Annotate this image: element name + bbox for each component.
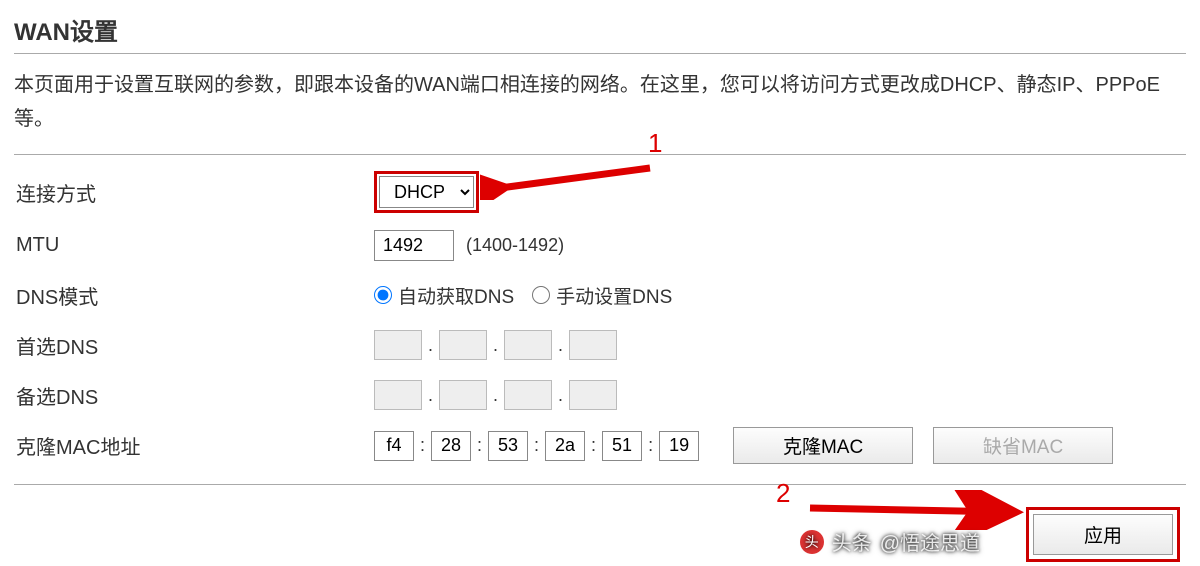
mac-1[interactable] [374,431,414,461]
row-primary-dns: 首选DNS . . . [14,327,1186,363]
ip-dot: . [491,335,500,356]
mtu-input[interactable] [374,230,454,261]
highlight-box-2: 应用 [1026,507,1180,562]
page-title: WAN设置 [14,12,1186,47]
primary-dns-4 [569,330,617,360]
watermark: 头 头条 @悟途思道 [800,527,980,556]
mac-colon: : [646,435,655,456]
primary-dns-2 [439,330,487,360]
primary-dns-1 [374,330,422,360]
secondary-dns-3 [504,380,552,410]
ip-dot: . [426,335,435,356]
radio-manual-dns-input[interactable] [532,286,550,304]
mac-3[interactable] [488,431,528,461]
primary-dns-3 [504,330,552,360]
divider-bottom [14,484,1186,485]
watermark-icon: 头 [800,530,824,554]
ip-dot: . [556,385,565,406]
mac-colon: : [475,435,484,456]
mac-colon: : [418,435,427,456]
mac-colon: : [532,435,541,456]
mtu-hint: (1400-1492) [466,235,564,256]
default-mac-button[interactable]: 缺省MAC [933,427,1113,464]
secondary-dns-4 [569,380,617,410]
row-mtu: MTU (1400-1492) [14,227,1186,263]
ip-dot: . [426,385,435,406]
label-dns-mode: DNS模式 [14,281,374,310]
secondary-dns-1 [374,380,422,410]
watermark-author: @悟途思道 [880,527,980,556]
annotation-marker-2: 2 [776,478,790,509]
mac-colon: : [589,435,598,456]
radio-auto-dns-label: 自动获取DNS [398,282,514,309]
row-clone-mac: 克隆MAC地址 : : : : : 克隆MAC 缺省MAC [14,427,1186,464]
annotation-marker-1: 1 [648,128,662,159]
secondary-dns-2 [439,380,487,410]
radio-auto-dns-input[interactable] [374,286,392,304]
label-clone-mac: 克隆MAC地址 [14,431,374,460]
highlight-box-1: DHCP [374,171,479,213]
row-connection: 连接方式 DHCP [14,171,1186,213]
clone-mac-button[interactable]: 克隆MAC [733,427,913,464]
mac-2[interactable] [431,431,471,461]
radio-manual-dns[interactable]: 手动设置DNS [532,282,672,309]
mac-4[interactable] [545,431,585,461]
row-secondary-dns: 备选DNS . . . [14,377,1186,413]
ip-dot: . [491,385,500,406]
label-mtu: MTU [14,234,374,257]
mac-6[interactable] [659,431,699,461]
ip-dot: . [556,335,565,356]
apply-row: 应用 [14,507,1186,562]
row-dns-mode: DNS模式 自动获取DNS 手动设置DNS [14,277,1186,313]
connection-select[interactable]: DHCP [379,176,474,208]
label-connection: 连接方式 [14,178,374,207]
label-primary-dns: 首选DNS [14,331,374,360]
divider-form-top [14,154,1186,155]
label-secondary-dns: 备选DNS [14,381,374,410]
radio-manual-dns-label: 手动设置DNS [556,282,672,309]
watermark-prefix: 头条 [832,527,872,556]
apply-button[interactable]: 应用 [1033,514,1173,555]
mac-5[interactable] [602,431,642,461]
radio-auto-dns[interactable]: 自动获取DNS [374,282,514,309]
divider-top [14,53,1186,54]
page-description: 本页面用于设置互联网的参数，即跟本设备的WAN端口相连接的网络。在这里，您可以将… [14,68,1186,136]
